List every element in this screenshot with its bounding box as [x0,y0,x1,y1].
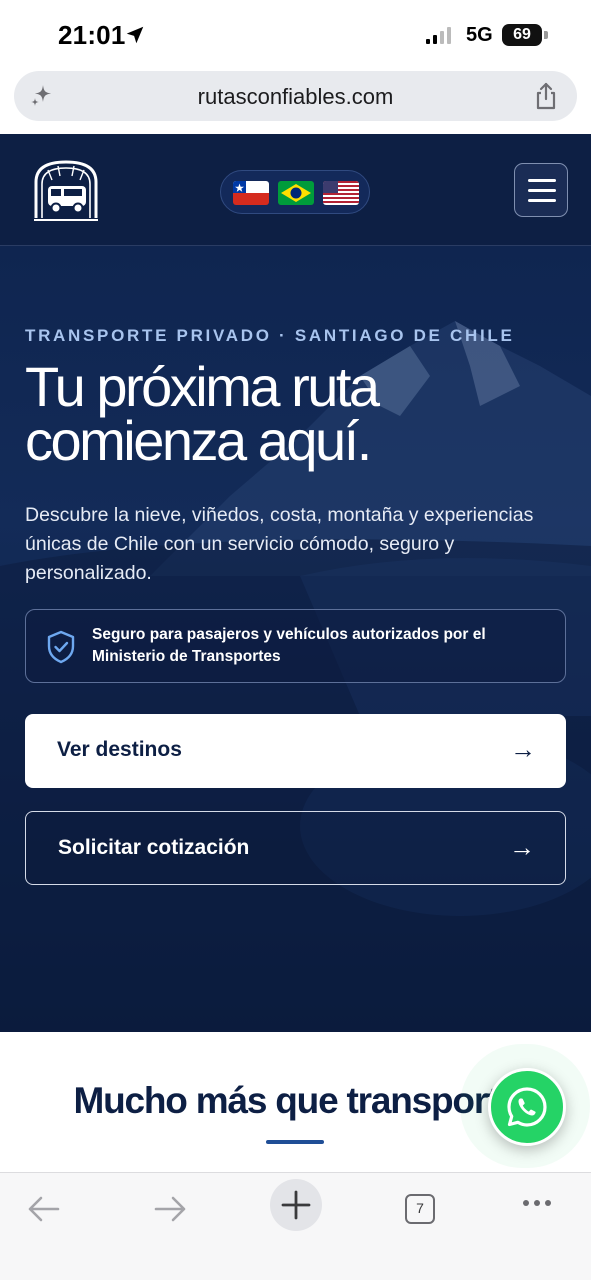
hero-section: TRANSPORTE PRIVADO · SANTIAGO DE CHILE T… [0,246,591,1032]
hero-headline: Tu próxima ruta comienza aquí. [25,359,575,469]
status-time: 21:01 [58,20,126,50]
brazil-flag-icon[interactable] [278,181,314,205]
status-bar: 21:01 5G 69 [0,0,591,66]
headline-line-2: comienza aquí. [25,409,372,472]
share-icon[interactable] [533,82,559,110]
battery-indicator: 69 [502,24,542,46]
forward-button[interactable] [142,1181,198,1237]
battery-cap [544,31,548,39]
address-bar[interactable]: rutasconfiables.com [14,71,577,121]
view-destinations-button[interactable]: Ver destinos → [25,714,566,788]
signal-icon [426,27,451,44]
shield-check-icon [47,630,75,664]
tabs-button[interactable]: 7 [392,1181,448,1237]
location-arrow-icon [126,26,144,44]
more-dots-icon [523,1200,551,1206]
arrow-right-icon: → [509,832,535,862]
safety-notice-text: Seguro para pasajeros y vehículos autori… [92,626,486,665]
more-menu-button[interactable] [510,1181,566,1237]
address-bar-area: rutasconfiables.com [0,66,591,134]
menu-line [528,189,556,192]
chile-flag-icon[interactable] [233,181,269,205]
safety-notice: Seguro para pasajeros y vehículos autori… [25,609,566,683]
whatsapp-button[interactable] [488,1068,566,1146]
url-text[interactable]: rutasconfiables.com [14,84,577,110]
section-underline [266,1140,324,1144]
logo-van-icon[interactable] [30,156,102,224]
hamburger-menu-button[interactable] [514,163,568,217]
arrow-left-icon [28,1196,60,1222]
network-label: 5G [466,24,493,46]
view-destinations-label: Ver destinos [57,738,182,761]
menu-line [528,199,556,202]
site-header [0,134,591,246]
arrow-right-icon: → [510,734,536,764]
tab-count: 7 [405,1194,435,1224]
language-selector [220,170,370,214]
hero-eyebrow: TRANSPORTE PRIVADO · SANTIAGO DE CHILE [25,326,515,345]
back-button[interactable] [16,1181,72,1237]
arrow-right-icon [154,1196,186,1222]
new-tab-button[interactable] [270,1179,322,1231]
menu-line [528,179,556,182]
mobile-screen: 21:01 5G 69 rutasconfiables.com TRANSPOR… [0,0,591,1280]
usa-flag-icon[interactable] [323,181,359,205]
battery-level: 69 [513,26,531,43]
plus-icon [281,1190,311,1220]
hero-intro: Descubre la nieve, viñedos, costa, monta… [25,504,534,584]
browser-toolbar: 7 [0,1172,591,1280]
request-quote-button[interactable]: Solicitar cotización → [25,811,566,885]
request-quote-label: Solicitar cotización [58,836,250,859]
whatsapp-icon [507,1087,547,1127]
